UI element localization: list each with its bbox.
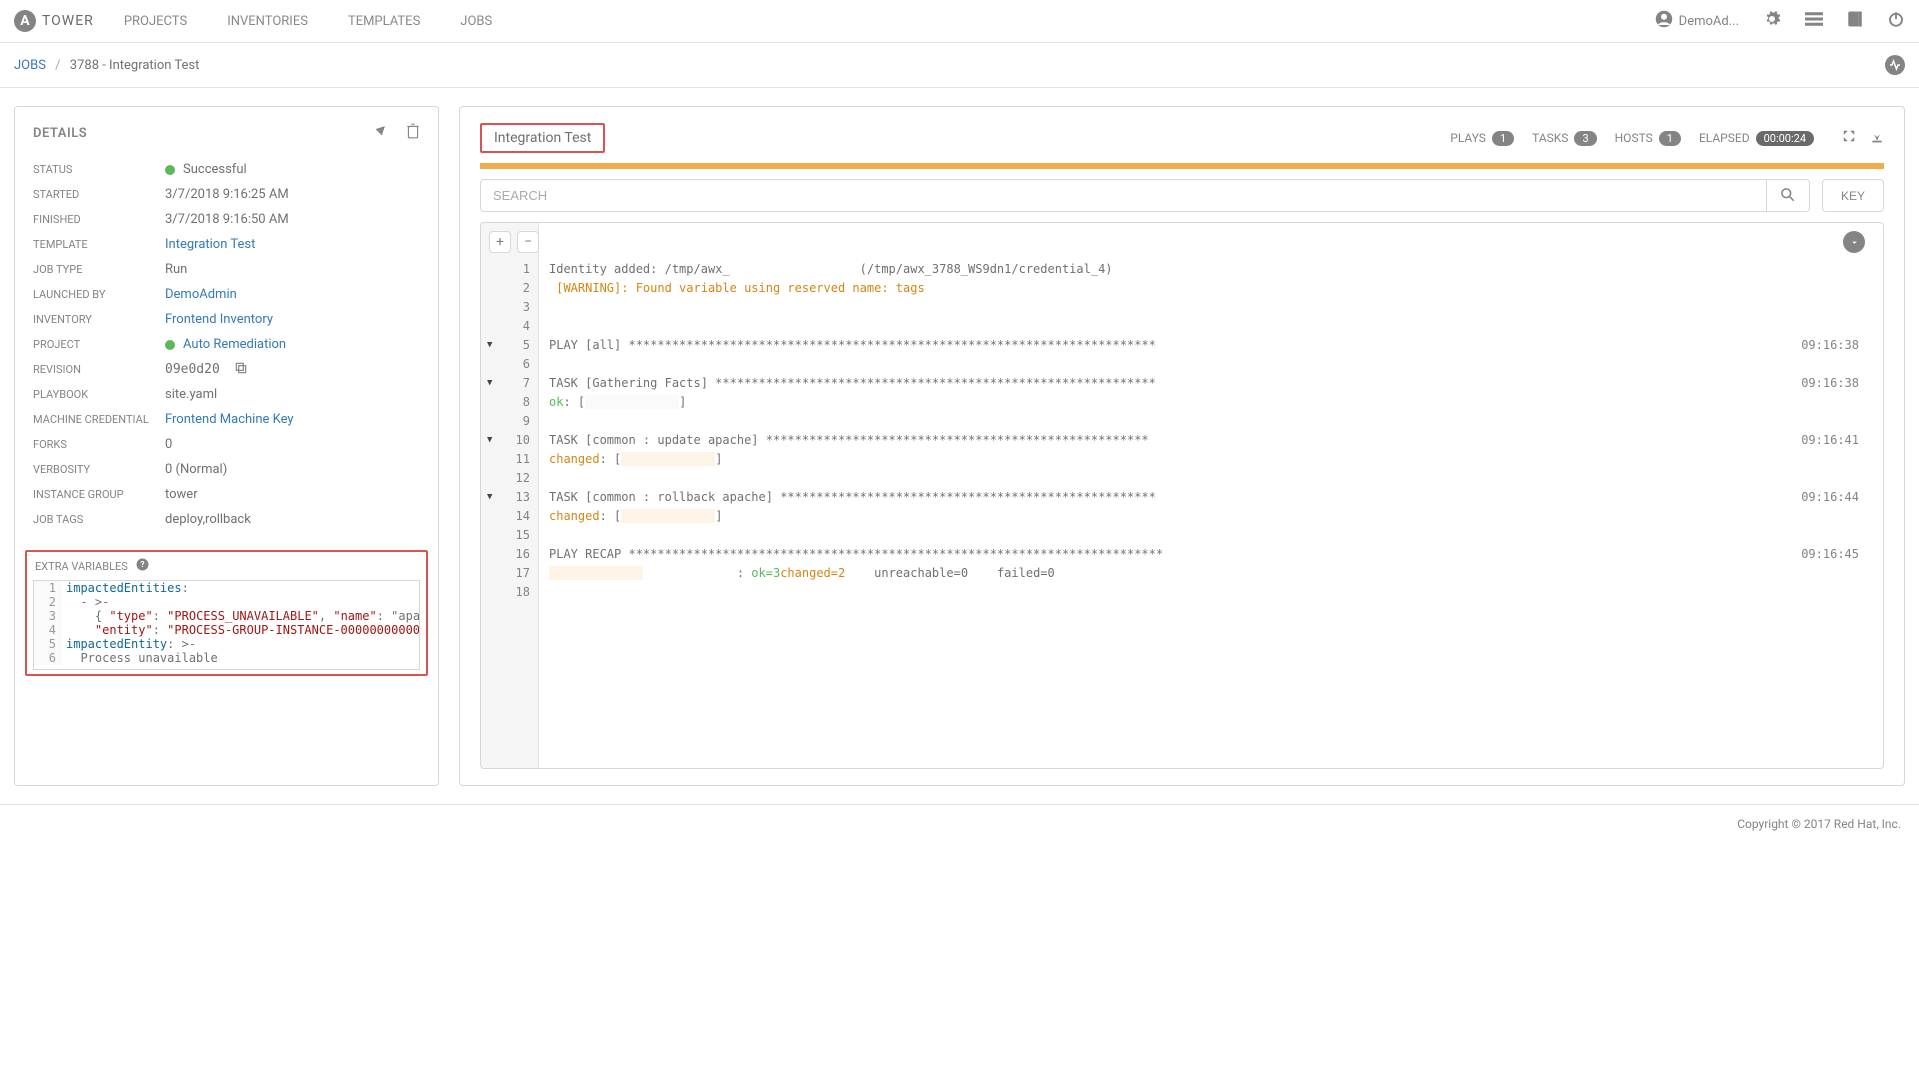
user-name: DemoAd... <box>1679 14 1739 29</box>
revision-label: REVISION <box>33 363 165 376</box>
nav-inventories[interactable]: INVENTORIES <box>227 14 308 29</box>
template-label: TEMPLATE <box>33 238 165 251</box>
brand[interactable]: A TOWER <box>14 10 94 32</box>
finished-label: FINISHED <box>33 213 165 226</box>
user-icon <box>1655 10 1673 32</box>
hosts-count: 1 <box>1659 131 1681 146</box>
plays-count: 1 <box>1492 131 1514 146</box>
copy-icon[interactable] <box>234 361 248 379</box>
verbosity-value: 0 (Normal) <box>165 462 227 477</box>
extra-vars-header: EXTRA VARIABLES ? <box>33 558 420 580</box>
download-icon[interactable] <box>1870 129 1884 147</box>
forks-value: 0 <box>165 437 172 452</box>
machinecred-link[interactable]: Frontend Machine Key <box>165 412 294 427</box>
hosts-label: HOSTS <box>1615 131 1653 145</box>
status-value: Successful <box>183 162 247 177</box>
output-stats: PLAYS 1 TASKS 3 HOSTS 1 ELAPSED 00:00:24 <box>1450 129 1884 147</box>
forks-label: FORKS <box>33 438 165 451</box>
main: DETAILS STATUS Successful STARTED3/7/2018… <box>0 88 1919 804</box>
key-button[interactable]: KEY <box>1822 179 1884 212</box>
launchedby-link[interactable]: DemoAdmin <box>165 287 237 302</box>
brand-text: TOWER <box>42 13 94 29</box>
expand-all-button[interactable]: + <box>489 231 511 253</box>
instancegrp-label: INSTANCE GROUP <box>33 488 165 501</box>
docs-icon[interactable] <box>1847 10 1863 32</box>
progress-bar <box>480 163 1884 169</box>
relaunch-icon[interactable] <box>373 123 388 143</box>
jobtype-label: JOB TYPE <box>33 263 165 276</box>
breadcrumb-current: 3788 - Integration Test <box>70 58 200 73</box>
nav-jobs[interactable]: JOBS <box>460 14 492 29</box>
output-header: Integration Test PLAYS 1 TASKS 3 HOSTS 1 EL… <box>480 123 1884 153</box>
playbook-value: site.yaml <box>165 387 217 402</box>
log-area: + − 1234▼56▼789▼101112▼131415161718 Iden… <box>480 222 1884 769</box>
nav-projects[interactable]: PROJECTS <box>124 14 187 29</box>
machinecred-label: MACHINE CREDENTIAL <box>33 413 165 426</box>
inventory-link[interactable]: Frontend Inventory <box>165 312 273 327</box>
project-dot-icon <box>165 340 175 350</box>
breadcrumb-sep: / <box>55 58 60 73</box>
search-input[interactable] <box>480 179 1766 212</box>
status-label: STATUS <box>33 163 165 176</box>
streams-icon[interactable] <box>1805 11 1823 31</box>
expand-icon[interactable] <box>1842 129 1856 147</box>
top-nav: A TOWER PROJECTS INVENTORIES TEMPLATES J… <box>0 0 1919 43</box>
log-body[interactable]: Identity added: /tmp/awx_ (/tmp/awx_3788… <box>539 223 1883 768</box>
breadcrumb-bar: JOBS / 3788 - Integration Test <box>0 43 1919 88</box>
delete-icon[interactable] <box>406 123 420 143</box>
user-menu[interactable]: DemoAd... <box>1655 10 1739 32</box>
started-label: STARTED <box>33 188 165 201</box>
brand-logo: A <box>14 10 36 32</box>
collapse-all-button[interactable]: − <box>517 231 539 253</box>
gear-icon[interactable] <box>1763 10 1781 32</box>
project-label: PROJECT <box>33 338 165 351</box>
template-link[interactable]: Integration Test <box>165 237 255 252</box>
nav-templates[interactable]: TEMPLATES <box>348 14 420 29</box>
tasks-label: TASKS <box>1532 131 1568 145</box>
details-title: DETAILS <box>33 126 87 141</box>
jobtags-value: deploy,rollback <box>165 512 251 527</box>
tasks-count: 3 <box>1574 131 1596 146</box>
log-expand-controls: + − <box>489 231 539 253</box>
details-header: DETAILS <box>15 107 438 153</box>
help-icon[interactable]: ? <box>136 558 149 574</box>
details-actions <box>373 123 420 143</box>
output-panel: Integration Test PLAYS 1 TASKS 3 HOSTS 1 EL… <box>459 106 1905 786</box>
details-panel: DETAILS STATUS Successful STARTED3/7/2018… <box>14 106 439 786</box>
top-nav-right: DemoAd... <box>1655 10 1905 32</box>
elapsed-label: ELAPSED <box>1699 131 1750 145</box>
log-gutter: 1234▼56▼789▼101112▼131415161718 <box>481 223 539 768</box>
inventory-label: INVENTORY <box>33 313 165 326</box>
svg-text:?: ? <box>140 559 144 569</box>
power-icon[interactable] <box>1887 10 1905 32</box>
activity-icon[interactable] <box>1885 55 1905 75</box>
extra-vars-section: EXTRA VARIABLES ? 1impactedEntities:2 - … <box>25 550 428 676</box>
jobtags-label: JOB TAGS <box>33 513 165 526</box>
project-link[interactable]: Auto Remediation <box>183 337 286 352</box>
jobtype-value: Run <box>165 262 187 277</box>
elapsed-value: 00:00:24 <box>1756 131 1814 146</box>
verbosity-label: VERBOSITY <box>33 463 165 476</box>
output-title: Integration Test <box>480 123 605 153</box>
playbook-label: PLAYBOOK <box>33 388 165 401</box>
revision-value: 09e0d20 <box>165 362 220 377</box>
instancegrp-value: tower <box>165 487 198 502</box>
top-nav-menu: PROJECTS INVENTORIES TEMPLATES JOBS <box>124 14 1655 29</box>
search-button[interactable] <box>1766 179 1810 212</box>
details-rows: STATUS Successful STARTED3/7/2018 9:16:25… <box>15 153 438 544</box>
plays-label: PLAYS <box>1450 131 1486 145</box>
launchedby-label: LAUNCHED BY <box>33 288 165 301</box>
extra-vars-editor[interactable]: 1impactedEntities:2 - >-3 { "type": "PRO… <box>33 580 420 670</box>
search-box <box>480 179 1810 212</box>
breadcrumb: JOBS / 3788 - Integration Test <box>14 58 199 73</box>
extra-vars-label: EXTRA VARIABLES <box>35 560 128 573</box>
started-value: 3/7/2018 9:16:25 AM <box>165 187 289 202</box>
breadcrumb-root[interactable]: JOBS <box>14 58 46 73</box>
search-row: KEY <box>480 179 1884 212</box>
status-dot-icon <box>165 165 175 175</box>
footer: Copyright © 2017 Red Hat, Inc. <box>0 804 1919 843</box>
finished-value: 3/7/2018 9:16:50 AM <box>165 212 289 227</box>
